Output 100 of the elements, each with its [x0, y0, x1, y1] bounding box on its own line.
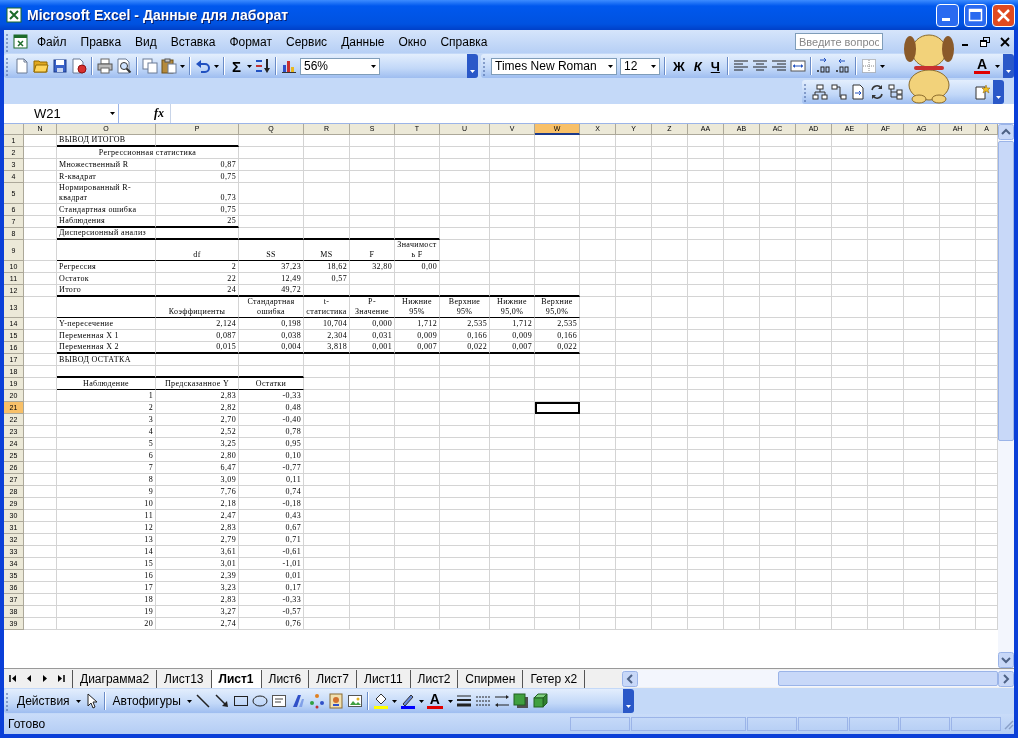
- line-icon[interactable]: [194, 693, 211, 709]
- font-color-button[interactable]: A: [426, 693, 443, 709]
- grip-handle[interactable]: [804, 81, 807, 102]
- scroll-down-icon[interactable]: [998, 652, 1014, 668]
- font-color-button[interactable]: A: [973, 58, 990, 74]
- caret-icon[interactable]: [996, 95, 1001, 99]
- caret-icon[interactable]: [110, 112, 115, 115]
- grip-handle[interactable]: [6, 691, 9, 711]
- tree-icon[interactable]: [888, 83, 904, 100]
- horizontal-scrollbar[interactable]: [622, 670, 1014, 687]
- menu-item[interactable]: Файл: [31, 32, 73, 51]
- grip-handle[interactable]: [6, 56, 9, 76]
- decrease-decimal-icon[interactable]: [834, 58, 851, 74]
- menu-item[interactable]: Данные: [335, 32, 391, 51]
- maximize-button[interactable]: [965, 4, 986, 26]
- autosum-button[interactable]: Σ: [229, 57, 244, 75]
- close-button[interactable]: [993, 4, 1014, 26]
- diagram-icon[interactable]: [308, 693, 325, 709]
- align-right-icon[interactable]: [770, 58, 787, 74]
- font-box[interactable]: Times New Roman: [491, 57, 617, 75]
- menu-item[interactable]: Правка: [74, 32, 128, 51]
- clipart-icon[interactable]: [327, 693, 344, 709]
- close-icon[interactable]: [1000, 36, 1010, 47]
- caret-icon[interactable]: [391, 699, 397, 703]
- copy-icon[interactable]: [142, 58, 158, 74]
- caret-icon[interactable]: [1006, 70, 1011, 73]
- previous-sheet-icon[interactable]: [24, 673, 34, 684]
- cycle-arrows-icon[interactable]: [869, 83, 885, 100]
- print-icon[interactable]: [97, 58, 113, 74]
- scroll-thumb[interactable]: [778, 671, 998, 686]
- fill-color-icon[interactable]: [372, 693, 389, 709]
- vertical-scrollbar[interactable]: [998, 124, 1014, 668]
- menu-item[interactable]: Окно: [392, 32, 433, 51]
- caret-icon[interactable]: [879, 64, 885, 68]
- next-sheet-icon[interactable]: [40, 673, 50, 684]
- last-sheet-icon[interactable]: [56, 673, 66, 684]
- menu-item[interactable]: Вставка: [164, 32, 222, 51]
- toolbar-options-button[interactable]: [1003, 54, 1014, 78]
- sheet-tab[interactable]: Лист1: [210, 669, 262, 688]
- toolbar-options-button[interactable]: [993, 79, 1004, 104]
- align-center-icon[interactable]: [751, 58, 768, 74]
- grip-handle[interactable]: [6, 31, 9, 52]
- caret-icon[interactable]: [608, 64, 613, 68]
- font-size-box[interactable]: 12: [620, 57, 660, 75]
- caret-icon[interactable]: [247, 64, 252, 68]
- folder-icon[interactable]: [33, 58, 49, 74]
- boxes-icon[interactable]: [812, 83, 828, 100]
- connector-icon[interactable]: [831, 83, 847, 100]
- caret-icon[interactable]: [651, 64, 656, 68]
- caret-icon[interactable]: [626, 705, 631, 708]
- caret-icon[interactable]: [371, 64, 376, 68]
- picture-icon[interactable]: [346, 693, 363, 709]
- print-preview-icon[interactable]: [116, 58, 132, 74]
- italic-button[interactable]: К: [690, 58, 705, 74]
- function-button[interactable]: fx: [119, 106, 170, 121]
- save-icon[interactable]: [52, 58, 68, 74]
- minimize-button[interactable]: [937, 4, 958, 26]
- cube-icon[interactable]: [532, 693, 548, 709]
- caret-icon[interactable]: [995, 64, 1000, 68]
- caret-icon[interactable]: [180, 64, 185, 68]
- autoshapes-menu-button[interactable]: Автофигуры: [109, 694, 184, 708]
- resize-grip-icon[interactable]: [1002, 718, 1014, 730]
- rectangle-icon[interactable]: [232, 693, 249, 709]
- page-arrow-icon[interactable]: [850, 83, 866, 100]
- text-box-icon[interactable]: [270, 693, 287, 709]
- menu-item[interactable]: Формат: [223, 32, 279, 51]
- ellipse-icon[interactable]: [251, 693, 268, 709]
- sort-icon[interactable]: [255, 58, 271, 74]
- underline-button[interactable]: Ч: [707, 58, 723, 74]
- menu-item[interactable]: Справка: [434, 32, 494, 51]
- merge-center-icon[interactable]: [789, 58, 806, 74]
- shadow-icon[interactable]: [513, 693, 529, 709]
- caret-icon[interactable]: [448, 699, 453, 703]
- grip-handle[interactable]: [483, 56, 486, 76]
- increase-decimal-icon[interactable]: [815, 58, 832, 74]
- undo-icon[interactable]: [195, 58, 211, 74]
- workbook-icon[interactable]: [13, 33, 29, 50]
- blank-page-icon[interactable]: [14, 58, 30, 74]
- star-page-icon[interactable]: [974, 83, 990, 100]
- line-style-icon[interactable]: [456, 693, 472, 709]
- caret-icon[interactable]: [186, 699, 192, 703]
- line-color-icon[interactable]: [399, 693, 416, 709]
- help-search-field[interactable]: Введите вопрос: [795, 33, 883, 50]
- toolbar-options-button[interactable]: [467, 54, 478, 78]
- caret-icon[interactable]: [470, 70, 475, 73]
- page-permission-icon[interactable]: [71, 58, 87, 74]
- caret-icon[interactable]: [214, 64, 219, 68]
- caret-icon[interactable]: [418, 699, 424, 703]
- scroll-up-icon[interactable]: [998, 124, 1014, 140]
- first-sheet-icon[interactable]: [8, 673, 18, 684]
- arrow-icon[interactable]: [213, 693, 230, 709]
- arrow-style-icon[interactable]: [494, 693, 510, 709]
- excel-icon[interactable]: [6, 7, 22, 23]
- bold-button[interactable]: Ж: [670, 58, 688, 74]
- menu-item[interactable]: Вид: [129, 32, 163, 51]
- menu-item[interactable]: Сервис: [280, 32, 334, 51]
- caret-icon[interactable]: [75, 699, 81, 703]
- actions-menu-button[interactable]: Действия: [14, 694, 73, 708]
- align-left-icon[interactable]: [732, 58, 749, 74]
- chart-icon[interactable]: [281, 58, 297, 74]
